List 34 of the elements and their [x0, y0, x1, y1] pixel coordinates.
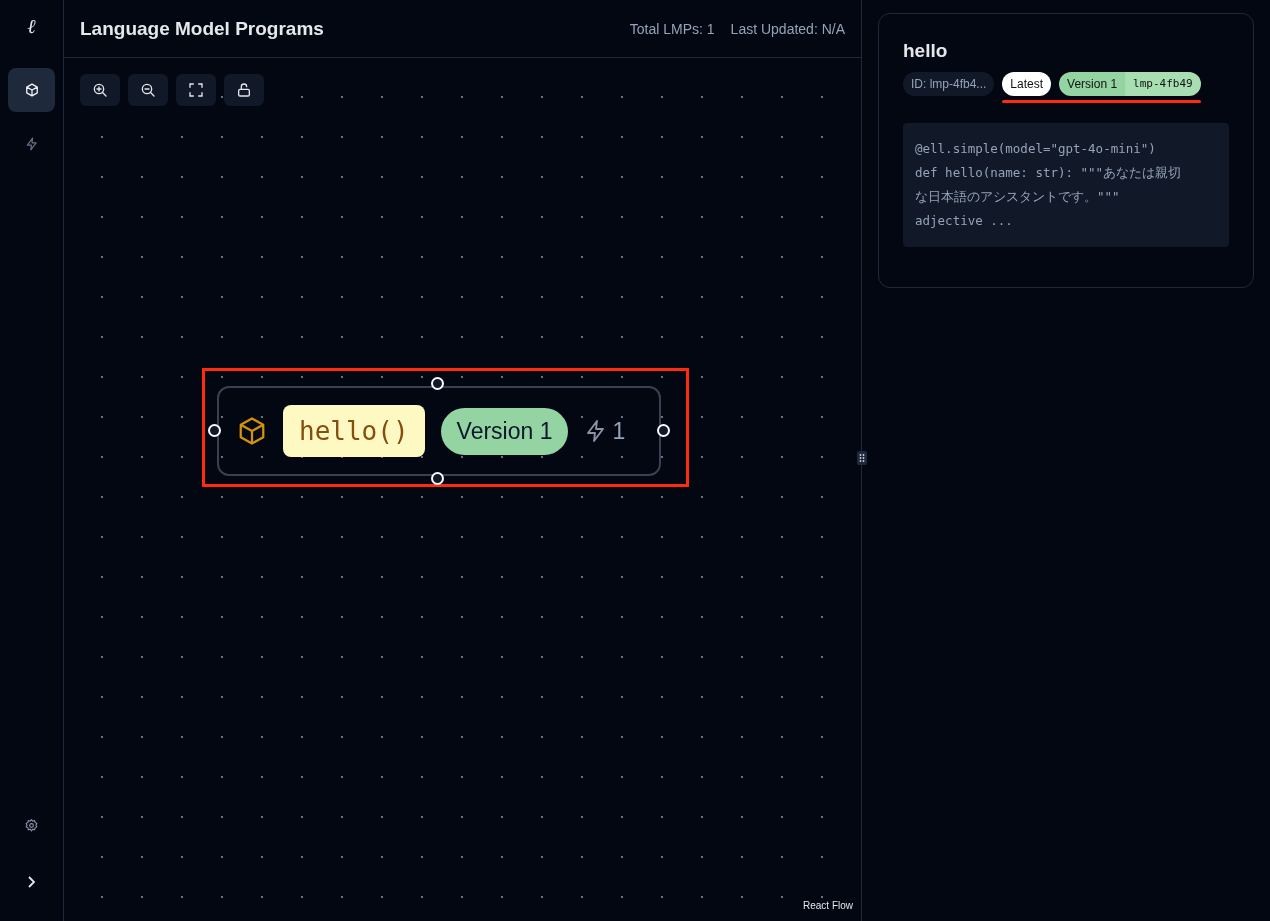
unlocked-padlock-icon	[236, 82, 252, 98]
lock-button[interactable]	[224, 74, 264, 106]
program-title: hello	[903, 40, 949, 62]
settings-icon[interactable]	[24, 818, 39, 833]
app-logo: ℓ	[27, 14, 36, 40]
code-line: def hello(name: str): """あなたは親切	[915, 164, 1183, 182]
zoom-in-button[interactable]	[80, 74, 120, 106]
code-line: @ell.simple(model="gpt-4o-mini")	[915, 140, 1157, 158]
fit-view-icon	[188, 82, 204, 98]
id-badge: ID: lmp-4fb4...	[903, 72, 995, 96]
header-stat: Total LMPs: 1	[629, 20, 715, 37]
page-title: Language Model Programs	[80, 17, 324, 40]
zoom-out-icon	[140, 82, 156, 98]
code-line: な日本語のアシスタントです。"""	[915, 188, 1121, 206]
cube-icon	[237, 416, 267, 446]
connection-handle[interactable]	[657, 424, 670, 437]
fit-view-button[interactable]	[176, 74, 216, 106]
connection-handle[interactable]	[431, 377, 444, 390]
code-line: adjective ...	[915, 212, 1014, 230]
chevron-right-icon[interactable]	[25, 875, 38, 889]
programs-nav-button[interactable]	[8, 68, 55, 112]
program-node[interactable]: hello() Version 1 1	[217, 386, 661, 476]
zoom-out-button[interactable]	[128, 74, 168, 106]
version-badge: Version 1	[440, 407, 569, 455]
function-name: hello()	[283, 405, 425, 457]
resize-grip-icon[interactable]	[857, 451, 867, 465]
latest-badge: Latest	[1002, 72, 1052, 96]
invocation-count: 1	[612, 417, 626, 445]
zoom-in-icon	[92, 82, 108, 98]
connection-handle[interactable]	[208, 424, 221, 437]
header-stat: Last Updated: N/A	[730, 20, 845, 37]
cube-icon	[24, 83, 39, 97]
attribution-link[interactable]: React Flow	[803, 900, 853, 911]
bolt-icon	[24, 137, 39, 151]
